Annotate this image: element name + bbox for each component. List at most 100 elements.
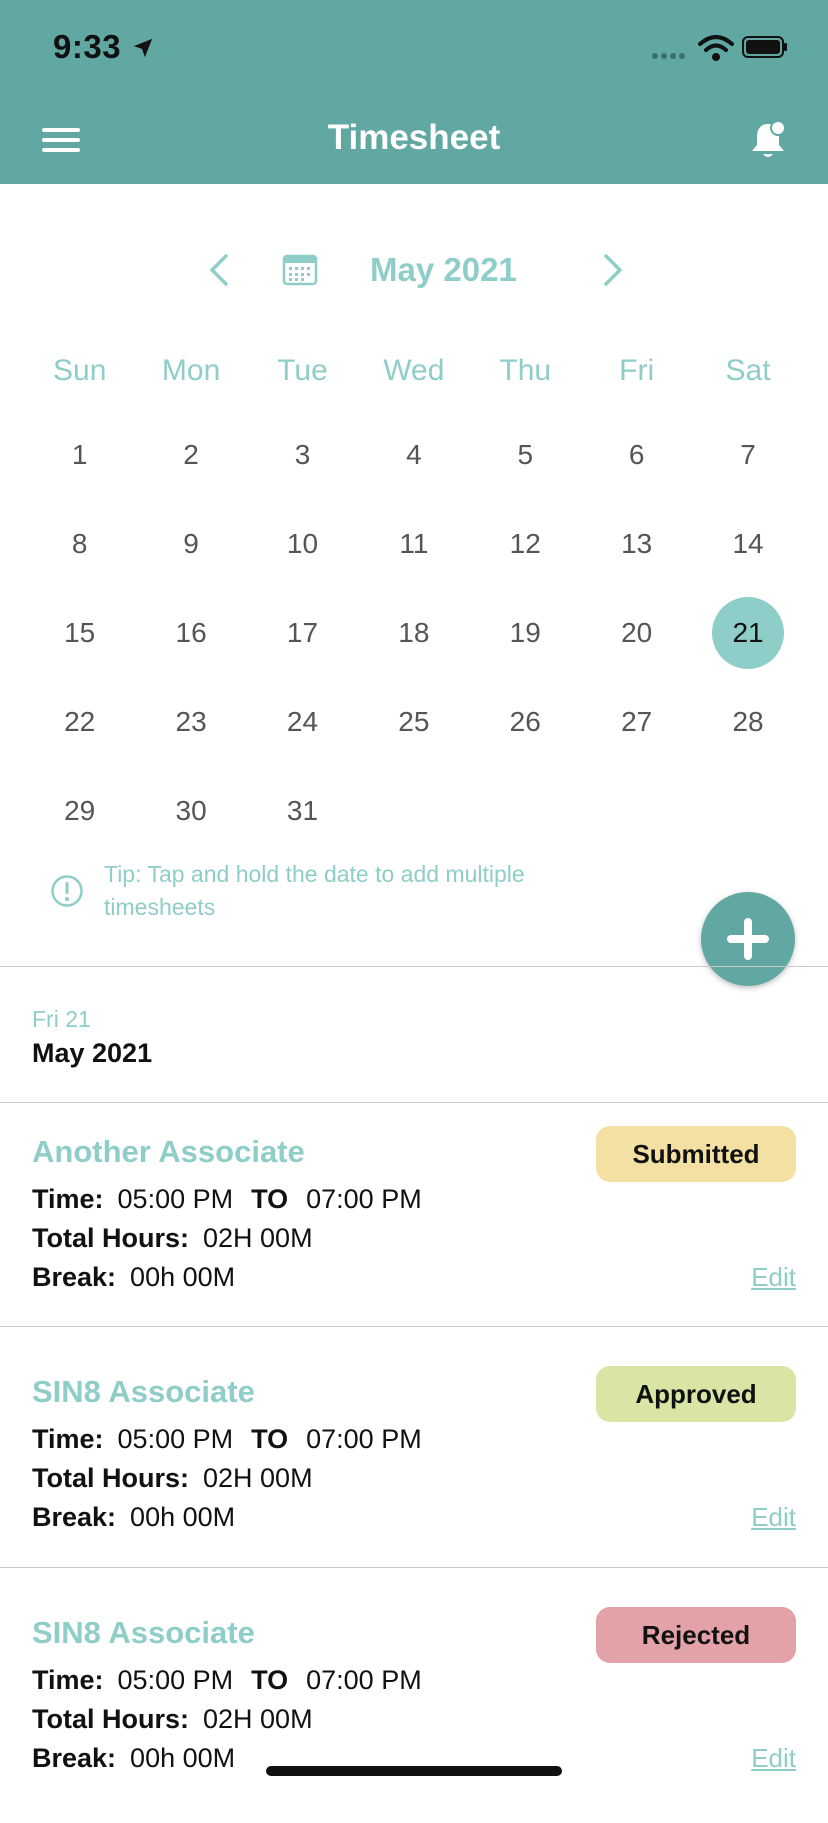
time-row: Time: 05:00 PM TO 07:00 PM [32, 1184, 422, 1215]
break-label: Break: [32, 1743, 117, 1773]
calendar-day-number: 31 [286, 794, 319, 826]
break-value: 00h 00M [130, 1262, 236, 1292]
calendar-day[interactable]: 7 [692, 410, 803, 499]
calendar-day-number: 18 [398, 616, 430, 648]
month-label[interactable]: May 2021 [370, 251, 517, 289]
associate-name: SIN8 Associate [32, 1374, 255, 1409]
calendar-day-number: 2 [183, 438, 199, 470]
calendar-day[interactable]: 9 [135, 499, 246, 588]
status-badge: Rejected [596, 1607, 796, 1663]
calendar-day-number: 12 [509, 527, 541, 559]
calendar-day[interactable]: 1 [24, 410, 135, 499]
timesheet-entry[interactable]: SIN8 Associate Approved Time: 05:00 PM TO 0… [0, 1342, 828, 1582]
calendar-day[interactable]: 20 [581, 588, 692, 677]
start-time: 05:00 PM [117, 1184, 234, 1214]
calendar-day[interactable]: 24 [247, 677, 358, 766]
calendar-day[interactable]: 16 [135, 588, 246, 677]
status-badge: Submitted [596, 1126, 796, 1182]
calendar-day[interactable]: 17 [247, 588, 358, 677]
calendar-day-number: 28 [732, 705, 764, 737]
associate-name: Another Associate [32, 1134, 305, 1169]
time-label: Time: [32, 1184, 104, 1214]
calendar-day-number: 7 [740, 438, 756, 470]
calendar-day[interactable]: 29 [24, 766, 135, 855]
calendar-day-number: 22 [64, 705, 96, 737]
calendar-day-number: 19 [509, 616, 541, 648]
calendar-day[interactable]: 31 [247, 766, 358, 855]
weekday-label: Wed [383, 354, 445, 387]
calendar-day-grid: 1 2 3 4 5 6 7 8 9 10 11 12 13 14 15 16 17 18 19 20 21 22 23 24 2… [24, 410, 804, 855]
previous-month-button[interactable] [204, 250, 234, 290]
calendar-day-selected[interactable]: 21 [692, 588, 803, 677]
total-hours-label: Total Hours: [32, 1463, 189, 1493]
calendar-day[interactable]: 14 [692, 499, 803, 588]
timesheet-entry[interactable]: SIN8 Associate Rejected Time: 05:00 PM TO 0… [0, 1583, 828, 1823]
break-value: 00h 00M [130, 1502, 236, 1532]
calendar-day[interactable]: 3 [247, 410, 358, 499]
calendar-day[interactable]: 2 [135, 410, 246, 499]
calendar-day[interactable]: 4 [358, 410, 469, 499]
home-indicator [266, 1766, 562, 1776]
weekday-label: Sun [53, 354, 107, 387]
calendar-day[interactable]: 13 [581, 499, 692, 588]
calendar-day[interactable]: 11 [358, 499, 469, 588]
wifi-icon [698, 35, 734, 61]
timesheet-entry[interactable]: Another Associate Submitted Time: 05:00 P… [0, 1102, 828, 1342]
total-hours-value: 02H 00M [203, 1463, 313, 1493]
calendar-day-number: 24 [286, 705, 319, 737]
calendar-day[interactable]: 15 [24, 588, 135, 677]
calendar-day[interactable]: 22 [24, 677, 135, 766]
notification-bell-icon[interactable] [746, 118, 790, 162]
edit-link[interactable]: Edit [751, 1262, 796, 1293]
calendar-day-number: 20 [621, 616, 653, 648]
calendar-day-number: 9 [183, 527, 199, 559]
calendar-day[interactable]: 10 [247, 499, 358, 588]
calendar-day-number: 17 [286, 616, 319, 648]
start-time: 05:00 PM [117, 1665, 234, 1695]
calendar-day[interactable]: 5 [470, 410, 581, 499]
calendar-day-number: 6 [628, 438, 645, 470]
selected-month-label: May 2021 [32, 1038, 153, 1068]
calendar-day[interactable]: 25 [358, 677, 469, 766]
calendar-day[interactable]: 18 [358, 588, 469, 677]
time-label: Time: [32, 1424, 104, 1454]
calendar-day-number: 11 [399, 527, 429, 559]
signal-icon [652, 53, 685, 59]
location-arrow-icon [133, 38, 153, 58]
edit-link[interactable]: Edit [751, 1743, 796, 1774]
calendar-day-number: 5 [517, 438, 534, 470]
break-label: Break: [32, 1262, 117, 1292]
info-icon [51, 875, 83, 907]
calendar-day-number: 27 [621, 705, 653, 737]
weekday-label: Tue [277, 354, 328, 387]
calendar-day-number: 30 [175, 794, 207, 826]
weekday-label: Thu [499, 354, 552, 387]
page-title: Timesheet [327, 118, 501, 157]
calendar-day[interactable]: 12 [470, 499, 581, 588]
associate-name: SIN8 Associate [32, 1615, 255, 1650]
break-label: Break: [32, 1502, 117, 1532]
calendar-day[interactable]: 27 [581, 677, 692, 766]
divider [0, 1326, 828, 1327]
calendar-day-number: 23 [175, 705, 207, 737]
calendar-day[interactable]: 30 [135, 766, 246, 855]
calendar-day[interactable]: 19 [470, 588, 581, 677]
calendar-day[interactable]: 6 [581, 410, 692, 499]
calendar-day[interactable]: 28 [692, 677, 803, 766]
calendar-day-number: 15 [64, 616, 96, 648]
calendar-day-number: 13 [621, 527, 653, 559]
time-row: Time: 05:00 PM TO 07:00 PM [32, 1424, 422, 1455]
add-timesheet-button[interactable] [701, 892, 795, 986]
total-hours-value: 02H 00M [203, 1704, 313, 1734]
next-month-button[interactable] [598, 250, 628, 290]
calendar-day[interactable]: 23 [135, 677, 246, 766]
divider [0, 966, 828, 967]
calendar-icon[interactable] [282, 252, 318, 286]
to-label: TO [251, 1424, 289, 1454]
calendar-day[interactable]: 8 [24, 499, 135, 588]
battery-icon [742, 36, 787, 58]
calendar-day-number: 21 [732, 616, 764, 648]
calendar-day[interactable]: 26 [470, 677, 581, 766]
edit-link[interactable]: Edit [751, 1502, 796, 1533]
calendar-day-number: 25 [398, 705, 430, 737]
